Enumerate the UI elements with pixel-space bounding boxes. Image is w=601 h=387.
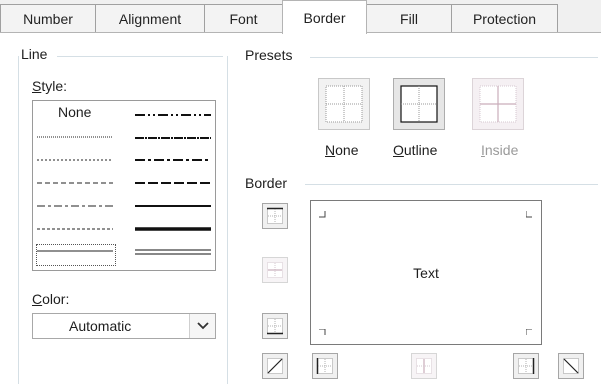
- corner-mark-bottom-right: [526, 329, 532, 335]
- tab-alignment[interactable]: Alignment: [95, 4, 205, 33]
- chevron-down-icon[interactable]: [189, 314, 215, 338]
- border-diagonal-down-button[interactable]: [558, 353, 584, 379]
- diagonal-down-icon: [563, 358, 579, 374]
- border-inside-vertical-icon: [416, 358, 432, 374]
- preview-text: Text: [413, 265, 439, 281]
- tab-protection[interactable]: Protection: [451, 4, 558, 33]
- border-preview[interactable]: Text: [310, 200, 542, 345]
- tab-number[interactable]: Number: [0, 4, 96, 33]
- corner-mark-top-left: [319, 211, 326, 218]
- border-bottom-icon: [267, 318, 283, 335]
- corner-mark-bottom-left: [319, 329, 326, 335]
- tab-fill[interactable]: Fill: [366, 4, 452, 33]
- style-label: Style:: [32, 78, 68, 94]
- preset-none-icon: [325, 85, 363, 123]
- preset-inside-label: Inside: [481, 142, 519, 158]
- line-style-list[interactable]: None: [32, 100, 216, 271]
- border-group-label: Border: [245, 175, 288, 191]
- presets-group-rule: [310, 57, 598, 58]
- border-left-icon: [316, 358, 333, 374]
- border-inside-vertical-button: [411, 353, 437, 379]
- presets-group-label: Presets: [245, 47, 293, 63]
- border-inside-horizontal-button: [262, 257, 288, 283]
- diagonal-up-icon: [267, 358, 283, 374]
- preset-outline-icon: [400, 85, 438, 123]
- border-inside-horizontal-icon: [267, 262, 283, 278]
- border-left-button[interactable]: [312, 353, 338, 379]
- tab-font[interactable]: Font: [204, 4, 283, 33]
- preset-none-label[interactable]: None: [325, 142, 358, 158]
- line-group-right-rule: [227, 56, 228, 384]
- line-group-top-rule: [57, 56, 223, 57]
- tab-border[interactable]: Border: [282, 0, 367, 34]
- tab-strip: Number Alignment Font Border Fill Protec…: [0, 0, 601, 34]
- style-selection-focus: [36, 244, 116, 266]
- color-dropdown[interactable]: Automatic: [32, 313, 216, 339]
- color-dropdown-value: Automatic: [69, 318, 132, 334]
- preset-inside-button: [472, 78, 524, 130]
- border-top-button[interactable]: [262, 203, 288, 229]
- preset-inside-icon: [479, 85, 517, 123]
- preset-outline-button[interactable]: [393, 78, 445, 130]
- border-group-rule: [305, 184, 598, 185]
- preset-outline-label[interactable]: Outline: [393, 142, 437, 158]
- border-right-button[interactable]: [513, 353, 539, 379]
- line-group-left-rule: [18, 56, 19, 384]
- corner-mark-top-right: [526, 211, 532, 218]
- preset-none-button[interactable]: [318, 78, 370, 130]
- border-top-icon: [267, 207, 283, 224]
- border-diagonal-up-button[interactable]: [262, 353, 288, 379]
- border-bottom-button[interactable]: [262, 313, 288, 339]
- border-right-icon: [518, 358, 535, 374]
- color-label: Color:: [32, 291, 70, 307]
- line-group-label: Line: [21, 46, 48, 62]
